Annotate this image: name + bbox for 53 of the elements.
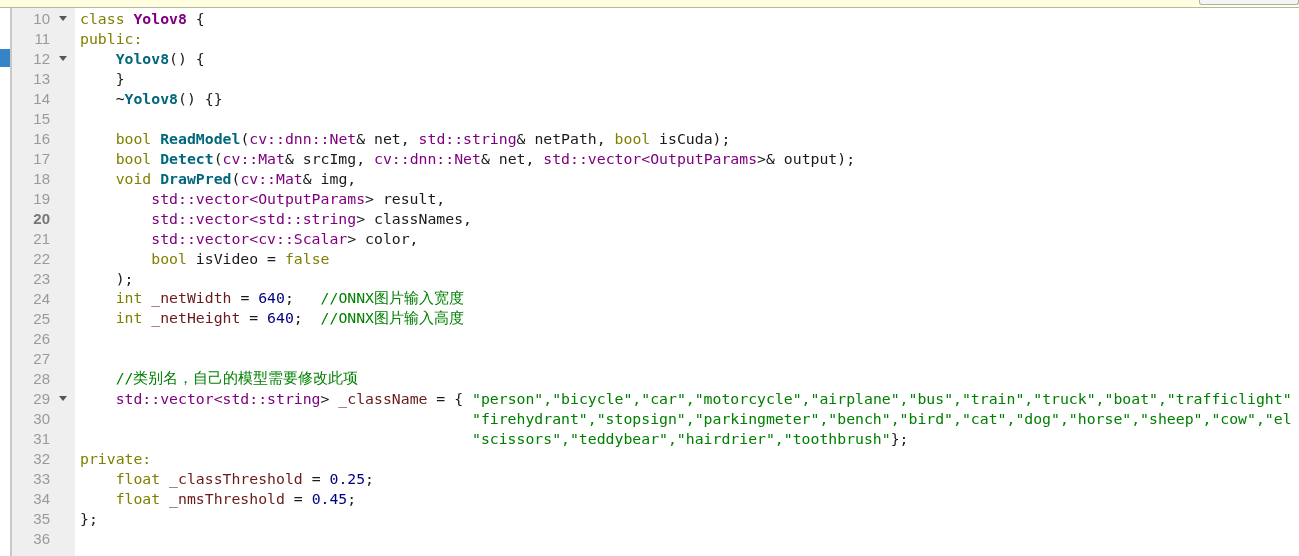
line-number: 26 — [32, 329, 50, 347]
line-number: 14 — [32, 89, 50, 107]
code-line: std::vector<std::string> classNames, — [150, 209, 472, 227]
fold-arrow-icon[interactable] — [58, 15, 67, 21]
fold-arrow-icon[interactable] — [58, 55, 67, 61]
line-number: 32 — [32, 449, 50, 467]
code-line: bool isVideo = false — [150, 249, 330, 267]
code-line: "scissors","teddybear","hairdrier","toothbrush"}; — [470, 429, 909, 447]
code-line: void DrawPred(cv::Mat& img, — [114, 169, 357, 187]
line-number: 18 — [32, 169, 50, 187]
line-number: 10 — [32, 9, 50, 27]
line-number: 36 — [32, 529, 50, 547]
line-number: 33 — [32, 469, 50, 487]
line-number: 30 — [32, 409, 50, 427]
code-line: float _classThreshold = 0.25; — [114, 469, 375, 487]
code-line: std::vector<cv::Scalar> color, — [150, 229, 419, 247]
line-number: 16 — [32, 129, 50, 147]
line-number: 29 — [32, 389, 50, 407]
line-number: 12 — [32, 49, 50, 67]
line-number: 27 — [32, 349, 50, 367]
code-line: bool ReadModel(cv::dnn::Net& net, std::string& netPath, bool isCuda); — [114, 129, 731, 147]
line-number: 21 — [32, 229, 50, 247]
code-line: std::vector<std::string> _className = { "person","bicycle","car","motorcycle","airplane","bus","train","truck","boat","trafficlight" — [114, 389, 1292, 407]
code-line: bool Detect(cv::Mat& srcImg, cv::dnn::Net& net, std::vector<OutputParams>& output); — [114, 149, 856, 167]
line-number: 11 — [33, 29, 50, 47]
line-number: 20 — [32, 209, 50, 227]
code-line: class Yolov8 { — [80, 9, 205, 27]
line-number: 31 — [32, 429, 50, 447]
line-number: 24 — [32, 289, 50, 307]
code-line: }; — [80, 509, 98, 527]
line-number: 17 — [32, 149, 50, 167]
code-line: } — [114, 69, 125, 87]
line-number: 35 — [32, 509, 50, 527]
code-line: "firehydrant","stopsign","parkingmeter","bench","bird","cat","dog","horse","sheep","cow","el — [470, 409, 1292, 427]
line-number: 25 — [32, 309, 50, 327]
code-line: int _netHeight = 640; //ONNX图片输入高度 — [114, 308, 465, 328]
code-line: private: — [80, 449, 152, 467]
fold-arrow-icon[interactable] — [58, 395, 67, 401]
code-line: ~Yolov8() {} — [114, 89, 223, 107]
line-number: 22 — [32, 249, 50, 267]
line-number: 28 — [32, 369, 50, 387]
code-line: Yolov8() { — [114, 49, 205, 67]
line-number: 23 — [32, 269, 50, 287]
code-line: //类别名，自己的模型需要修改此项 — [114, 368, 359, 388]
line-number: 19 — [32, 189, 50, 207]
code-line: std::vector<OutputParams> result, — [150, 189, 446, 207]
line-number: 15 — [32, 109, 50, 127]
code-line: float _nmsThreshold = 0.45; — [114, 489, 357, 507]
line-number: 34 — [32, 489, 50, 507]
line-number: 13 — [32, 69, 50, 87]
code-line: public: — [80, 29, 143, 47]
code-line: int _netWidth = 640; //ONNX图片输入宽度 — [114, 288, 465, 308]
code-line: ); — [114, 269, 134, 287]
